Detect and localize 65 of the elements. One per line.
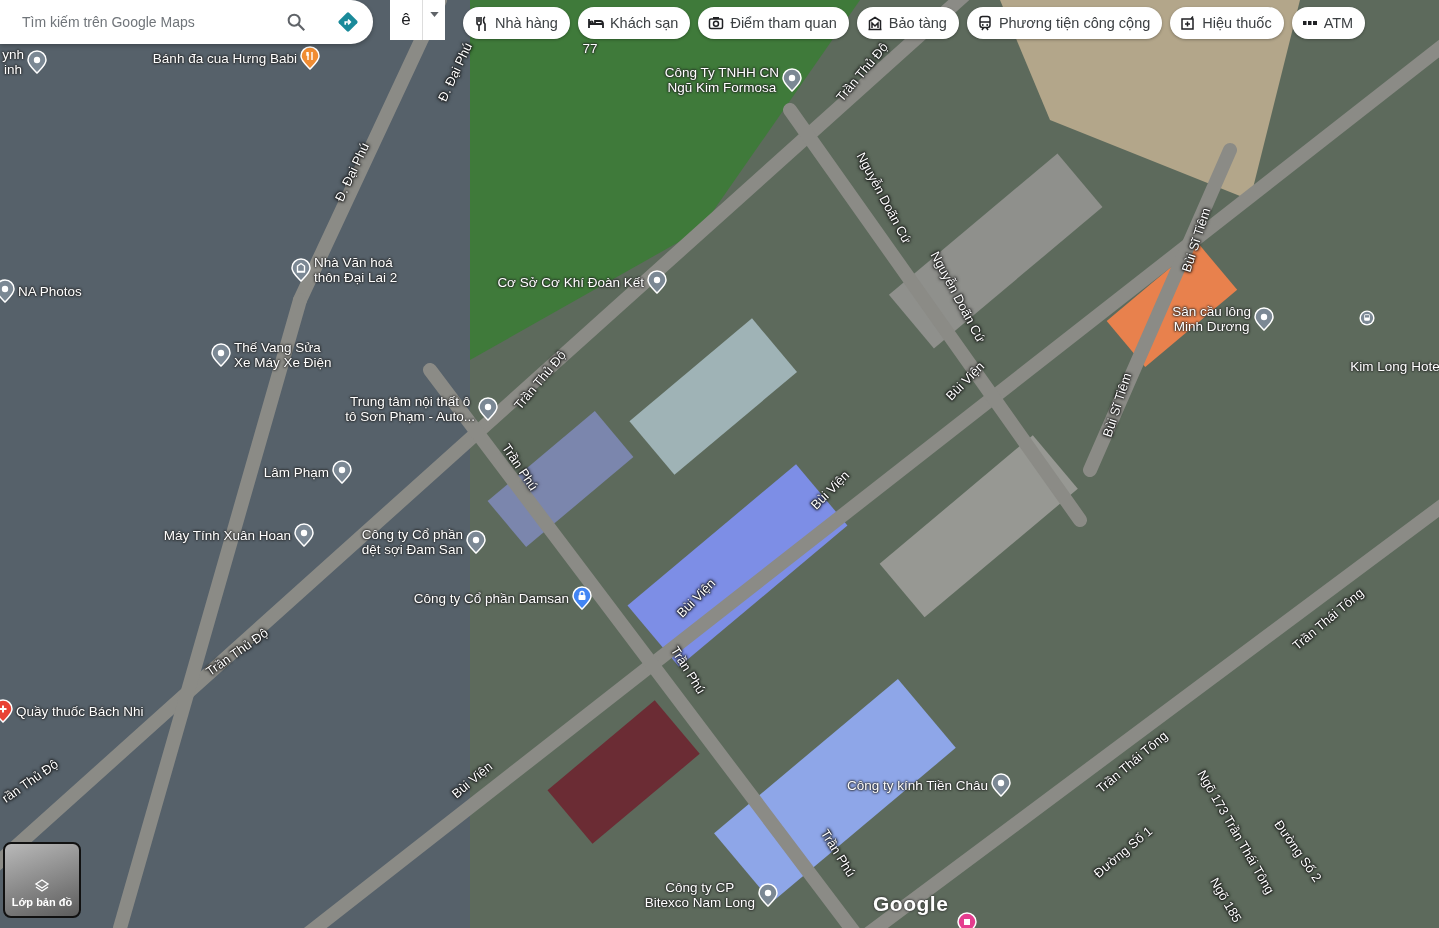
map-pin-icon[interactable] <box>211 343 231 367</box>
train-icon <box>976 15 993 31</box>
street-label: rần Thủ Độ <box>0 756 61 806</box>
search-icon[interactable] <box>285 11 307 33</box>
place-label[interactable]: Công Ty TNHH CN Ngũ Kim Formosa <box>664 65 779 95</box>
pharmacy-icon <box>1180 15 1197 31</box>
fork-knife-icon <box>473 15 489 31</box>
map-pin-icon[interactable] <box>0 279 15 303</box>
category-chip[interactable]: Hiệu thuốc <box>1170 7 1284 39</box>
museum-pin-icon[interactable] <box>291 258 311 282</box>
place-label[interactable]: Bánh đa cua Hưng Babi <box>152 50 297 66</box>
place-label[interactable]: Trung tâm nội thất ô tô Sơn Phạm - Auto... <box>345 394 475 424</box>
map-pin-icon[interactable] <box>27 50 47 74</box>
street-label: Trần Thủ Độ <box>203 625 271 679</box>
map-pin-icon[interactable] <box>332 460 352 484</box>
place-label[interactable]: Công ty Cổ phần dệt sợi Đam San <box>361 527 463 557</box>
map-pin-icon[interactable] <box>758 883 778 907</box>
street-label: Đ. Đại Phú <box>434 40 476 104</box>
street-label: Bùi Viện <box>807 467 853 513</box>
street-label: Bùi Viện <box>942 358 988 404</box>
street-label: Trần Thái Tông <box>1289 585 1367 653</box>
map-pin-icon[interactable] <box>991 773 1011 797</box>
map-pin-icon[interactable] <box>647 270 667 294</box>
street-label: Bùi Viện <box>673 575 719 621</box>
google-logo: Google <box>873 892 949 916</box>
place-label[interactable]: 77 <box>582 40 598 56</box>
category-chip[interactable]: Phương tiện công cộng <box>966 7 1163 39</box>
category-chip[interactable]: Khách sạn <box>577 7 691 39</box>
category-chip[interactable]: Bảo tàng <box>856 7 959 39</box>
category-chip[interactable]: Điểm tham quan <box>698 7 849 39</box>
street-label: Bùi Sĩ Tiêm <box>1178 206 1214 274</box>
map-layers-button[interactable]: Lớp bản đồ <box>3 842 81 918</box>
layers-icon <box>34 878 50 894</box>
place-label[interactable]: Nhà Văn hoá thôn Đại Lai 2 <box>314 255 398 285</box>
caret-icon[interactable] <box>430 11 439 17</box>
map-pin-icon[interactable] <box>782 68 802 92</box>
category-chip[interactable]: ATM <box>1291 7 1366 39</box>
input-method-button[interactable]: ê <box>390 0 445 40</box>
place-label[interactable]: Công ty CP Bitexco Nam Long <box>644 880 755 910</box>
camera-icon <box>708 15 725 31</box>
map-pin-icon[interactable] <box>1254 307 1274 331</box>
place-label[interactable]: NA Photos <box>18 283 82 299</box>
map-pin-icon[interactable] <box>478 397 498 421</box>
street-label: Đ. Đại Phú <box>331 140 373 204</box>
restaurant-pin-icon[interactable] <box>300 46 320 70</box>
map-pin-icon[interactable] <box>294 523 314 547</box>
shop-pin-icon[interactable] <box>572 586 592 610</box>
place-label[interactable]: ynh inh <box>2 47 24 77</box>
museum-icon <box>866 15 883 31</box>
bus-stop-icon[interactable] <box>1358 309 1376 327</box>
map-pin-icon[interactable] <box>466 530 486 554</box>
search-field[interactable]: Tìm kiếm trên Google Maps <box>22 14 277 30</box>
place-label[interactable]: Quầy thuốc Bách Nhi <box>16 703 144 719</box>
street-label: Trần Thủ Độ <box>833 39 891 105</box>
place-label[interactable]: Công ty Cổ phần Damsan <box>413 590 569 606</box>
category-chip[interactable]: Nhà hàng <box>463 7 570 39</box>
place-label[interactable]: Thế Vang Sửa Xe Máy Xe Điện <box>234 340 332 370</box>
place-label[interactable]: Lâm Phạm <box>263 464 329 480</box>
street-label: Bùi Viện <box>448 758 496 802</box>
street-label: Bùi Sĩ Tiêm <box>1099 371 1135 439</box>
street-label: Trần Thủ Độ <box>511 347 569 413</box>
place-label[interactable]: Cơ Sở Cơ Khí Đoàn Kết <box>497 274 644 290</box>
place-label[interactable]: Máy Tính Xuân Hoan <box>163 527 291 543</box>
place-label[interactable]: Kim Long Hote <box>1350 358 1439 374</box>
street-label: Trần Thái Tông <box>1093 728 1171 796</box>
